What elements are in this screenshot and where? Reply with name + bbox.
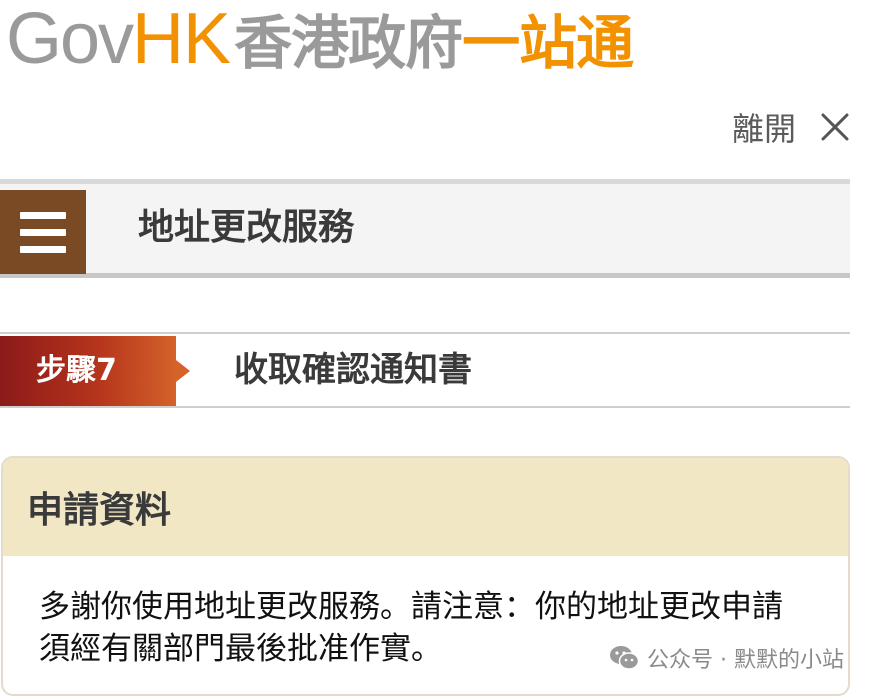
step-number-label: 步驟7 [36,353,117,388]
logo-hk-text: HK [132,0,231,79]
close-icon[interactable] [820,112,850,142]
watermark: 公众号 · 默默的小站 [609,642,844,674]
watermark-text: 公众号 · 默默的小站 [647,648,844,673]
step-badge: 步驟7 [0,336,176,406]
logo-zh-main-text: 香港政府 [234,9,463,77]
logo-gov-text: Gov [6,0,134,79]
service-title: 地址更改服務 [138,207,355,248]
logo-zh-accent-text: 一站通 [462,9,634,77]
hamburger-menu-icon [20,211,66,219]
leave-label: 離開 [731,110,796,148]
step-arrow-icon [176,360,190,382]
step-title: 收取確認通知書 [234,350,472,390]
hamburger-menu-icon-bar-3 [20,245,66,253]
govhk-logo[interactable]: GovHK香港政府一站通 [6,3,634,77]
step-indicator-bar: 步驟7 收取確認通知書 [0,332,850,408]
hamburger-menu-button[interactable] [0,190,86,274]
hamburger-menu-icon-bar-2 [20,228,66,236]
panel-header: 申請資料 [3,458,848,556]
wechat-icon [610,646,640,670]
service-header-bar: 地址更改服務 [0,179,850,278]
leave-button[interactable]: 離開 [732,104,850,150]
panel-title: 申請資料 [27,490,172,531]
